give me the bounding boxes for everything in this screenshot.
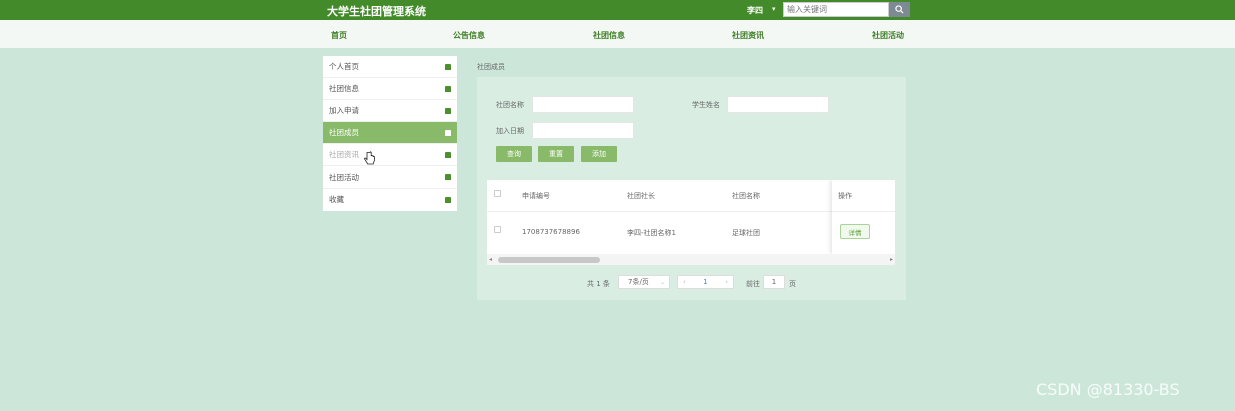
query-button[interactable]: 查询 <box>496 146 532 162</box>
sidebar-item-label: 收藏 <box>329 195 344 205</box>
cell-id: 1708737678896 <box>522 228 580 236</box>
sidebar-item-label: 社团信息 <box>329 84 359 94</box>
nav-home[interactable]: 首页 <box>331 30 347 41</box>
page-size-select[interactable]: 7条/页 ⌄ <box>618 275 670 289</box>
club-name-input[interactable] <box>532 96 634 113</box>
sidebar: 个人首页 社团信息 加入申请 社团成员 社团资讯 社团活动 收藏 <box>323 56 457 211</box>
sidebar-item-favorites[interactable]: 收藏 <box>323 189 457 211</box>
app-title: 大学生社团管理系统 <box>327 5 426 18</box>
total-count: 共 1 条 <box>587 280 610 288</box>
top-bar: 大学生社团管理系统 李四 ▾ <box>0 0 1235 20</box>
row-checkbox[interactable] <box>494 226 501 233</box>
members-table: 申请编号 社团社长 社团名称 1708737678896 李四-社团名称1 足球… <box>487 180 895 265</box>
sidebar-item-join-request[interactable]: 加入申请 <box>323 100 457 123</box>
select-all-checkbox[interactable] <box>494 190 501 197</box>
goto-page-input[interactable]: 1 <box>763 275 785 289</box>
home-icon <box>445 107 451 114</box>
column-header-club: 社团名称 <box>732 192 760 200</box>
caret-down-icon[interactable]: ▾ <box>772 5 776 13</box>
sidebar-item-activities[interactable]: 社团活动 <box>323 166 457 189</box>
add-button[interactable]: 添加 <box>581 146 617 162</box>
student-name-input[interactable] <box>727 96 829 113</box>
scroll-left-icon[interactable]: ◂ <box>489 256 492 263</box>
home-icon <box>445 63 451 70</box>
fixed-action-column: 操作 详情 <box>832 180 895 254</box>
join-date-input[interactable] <box>532 122 634 139</box>
search-icon <box>895 5 904 14</box>
cell-leader: 李四-社团名称1 <box>627 229 676 237</box>
sidebar-item-news[interactable]: 社团资讯 <box>323 144 457 167</box>
watermark: CSDN @81330-BS <box>1036 380 1180 399</box>
prev-page-icon[interactable]: ‹ <box>683 278 686 286</box>
scroll-thumb[interactable] <box>498 257 600 263</box>
sidebar-item-label: 社团活动 <box>329 172 359 182</box>
next-page-icon[interactable]: › <box>725 278 728 286</box>
column-header-leader: 社团社长 <box>627 192 655 200</box>
nav-club-news[interactable]: 社团资讯 <box>732 30 764 41</box>
sidebar-item-club-info[interactable]: 社团信息 <box>323 78 457 101</box>
user-menu[interactable]: 李四 <box>747 5 763 16</box>
nav-announcements[interactable]: 公告信息 <box>453 30 485 41</box>
home-icon <box>445 196 451 203</box>
scroll-right-icon[interactable]: ▸ <box>890 256 893 263</box>
main-nav: 首页 公告信息 社团信息 社团资讯 社团活动 <box>0 20 1235 48</box>
current-page[interactable]: 1 <box>703 278 707 286</box>
chevron-down-icon: ⌄ <box>659 278 665 286</box>
cell-club: 足球社团 <box>732 229 760 237</box>
sidebar-item-profile[interactable]: 个人首页 <box>323 56 457 79</box>
search-button[interactable] <box>889 2 910 17</box>
page-suffix: 页 <box>789 280 796 288</box>
nav-club-info[interactable]: 社团信息 <box>593 30 625 41</box>
home-icon <box>445 174 451 181</box>
column-header-action: 操作 <box>838 192 852 200</box>
column-header-id: 申请编号 <box>522 192 550 200</box>
sidebar-item-members[interactable]: 社团成员 <box>323 122 457 145</box>
search-input[interactable] <box>783 2 889 17</box>
sidebar-item-label: 社团资讯 <box>329 150 359 160</box>
home-icon <box>445 129 451 136</box>
goto-label: 前往 <box>746 280 760 288</box>
page-size-value: 7条/页 <box>628 278 649 286</box>
reset-button[interactable]: 重置 <box>538 146 574 162</box>
home-icon <box>445 151 451 158</box>
horizontal-scrollbar[interactable]: ◂ ▸ <box>487 254 895 265</box>
sidebar-item-label: 加入申请 <box>329 106 359 116</box>
join-date-label: 加入日期 <box>496 127 524 135</box>
club-name-label: 社团名称 <box>496 101 524 109</box>
detail-button[interactable]: 详情 <box>840 224 870 239</box>
student-name-label: 学生姓名 <box>692 101 720 109</box>
nav-club-activities[interactable]: 社团活动 <box>872 30 904 41</box>
sidebar-item-label: 个人首页 <box>329 62 359 72</box>
row-divider <box>832 211 895 212</box>
sidebar-item-label: 社团成员 <box>329 128 359 138</box>
home-icon <box>445 85 451 92</box>
hand-cursor-icon <box>364 151 375 165</box>
pager: ‹ 1 › <box>677 275 734 289</box>
breadcrumb: 社团成员 <box>477 63 505 71</box>
